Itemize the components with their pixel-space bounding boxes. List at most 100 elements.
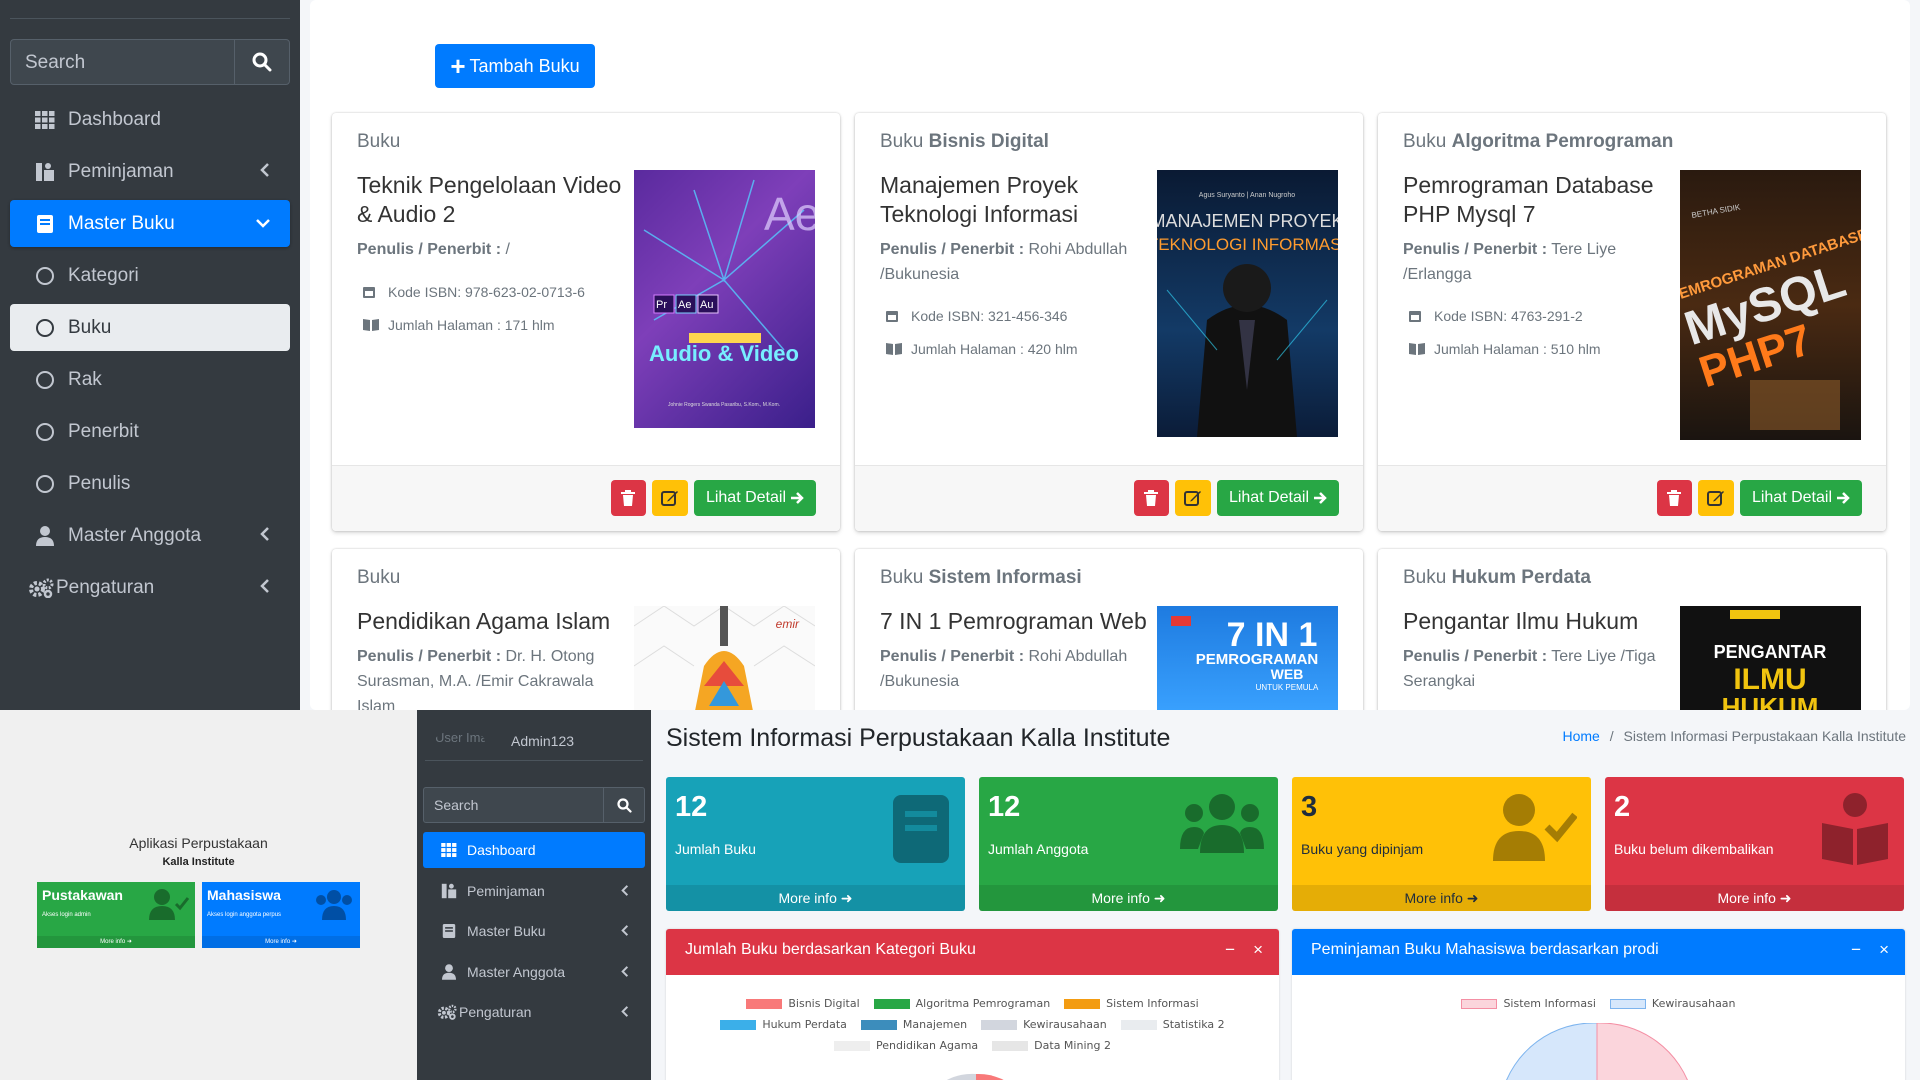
delete-button[interactable] [1133, 480, 1169, 516]
svg-text:Ae: Ae [678, 299, 691, 311]
user-icon [441, 963, 457, 980]
books-content: + Tambah Buku Buku Teknik Pengelolaan Vi… [310, 0, 1910, 710]
book-cover-image: PENGANTAR ILMU HUKUM [1680, 606, 1861, 710]
avatar: User Image [435, 730, 485, 745]
username[interactable]: Admin123 [511, 733, 574, 749]
circle-icon [34, 369, 56, 391]
delete-button[interactable] [610, 480, 646, 516]
stat-number: 2 [1614, 791, 1631, 823]
sidebar-item-label: Master Buku [467, 923, 546, 939]
legend-item: Algoritma Pemrograman [873, 997, 1050, 1010]
detail-button[interactable]: Lihat Detail [1739, 480, 1862, 516]
pie-chart-partial [947, 1073, 1004, 1080]
book-title: Pengantar Ilmu Hukum [1403, 608, 1639, 634]
user-icon [34, 525, 56, 547]
book-category: Buku Hukum Perdata [1403, 567, 1591, 588]
app-title: Aplikasi Perpustakaan [129, 835, 268, 851]
svg-text:Au: Au [700, 299, 713, 311]
sidebar-item-label: Dashboard [68, 108, 161, 130]
app-subtitle: Kalla Institute [162, 856, 235, 868]
edit-button[interactable] [1697, 480, 1734, 516]
book-isbn: Kode ISBN: 978-623-02-0713-6 [362, 284, 585, 300]
legend-item: Kewirausahaan [981, 1018, 1107, 1031]
sidebar-item-pengaturan[interactable]: Pengaturan [10, 564, 290, 611]
sidebar-item-pengaturan[interactable]: Pengaturan [423, 994, 645, 1030]
book-author: Penulis / Penerbit : Rohi Abdullah /Buku… [880, 241, 1128, 283]
stat-box-jumlah-buku: 12 Jumlah Buku More info ➜ [666, 777, 965, 911]
more-info-link[interactable]: More info ➜ [979, 885, 1278, 911]
book-card: Buku Teknik Pengelolaan Video & Audio 2 … [332, 113, 840, 531]
sidebar-item-penulis[interactable]: Penulis [10, 460, 290, 507]
more-info-link[interactable]: More info ➜ [37, 936, 195, 948]
more-info-link[interactable]: More info ➜ [1605, 885, 1904, 911]
sidebar-item-master-anggota[interactable]: Master Anggota [10, 512, 290, 559]
breadcrumb-home[interactable]: Home [1563, 728, 1600, 744]
book-title: Teknik Pengelolaan Video & Audio 2 [357, 172, 622, 227]
detail-button[interactable]: Lihat Detail [693, 480, 816, 516]
sidebar-item-label: Penerbit [68, 420, 139, 442]
sidebar-item-label: Master Anggota [68, 524, 202, 546]
card-footer: Lihat Detail [332, 465, 840, 531]
more-info-link[interactable]: More info ➜ [202, 936, 360, 948]
sidebar-item-dashboard[interactable]: Dashboard [423, 832, 645, 868]
search-icon [616, 797, 632, 813]
legend-item: Bisnis Digital [746, 997, 860, 1010]
chevron-left-icon [621, 925, 629, 936]
sidebar-item-master-buku[interactable]: Master Buku [423, 913, 645, 949]
sidebar-item-penerbit[interactable]: Penerbit [10, 408, 290, 455]
sidebar-nav: Dashboard Peminjaman Master Buku Master … [423, 832, 645, 1035]
search-button[interactable] [604, 788, 644, 822]
search-input[interactable]: Search [424, 788, 604, 822]
sidebar-item-dashboard[interactable]: Dashboard [10, 96, 290, 143]
stat-box-buku-dipinjam: 3 Buku yang dipinjam More info ➜ [1292, 777, 1591, 911]
search-button[interactable] [235, 40, 289, 84]
more-info-link[interactable]: More info ➜ [1292, 885, 1591, 911]
book-icon [893, 795, 949, 863]
delete-button[interactable] [1656, 480, 1692, 516]
legend-item: Sistem Informasi [1064, 997, 1199, 1010]
legend-swatch [1120, 1019, 1157, 1030]
user-check-icon [149, 889, 189, 920]
book-title: Pendidikan Agama Islam [357, 608, 611, 634]
sidebar-item-master-buku[interactable]: Master Buku [10, 200, 290, 247]
minus-icon[interactable]: − [1225, 940, 1235, 960]
minus-icon[interactable]: − [1851, 940, 1861, 960]
sidebar-item-master-anggota[interactable]: Master Anggota [423, 954, 645, 990]
cogs-icon [437, 1004, 457, 1020]
sidebar-item-peminjaman[interactable]: Peminjaman [10, 148, 290, 195]
chevron-left-icon [621, 965, 629, 977]
legend-item: Pendidikan Agama [834, 1039, 978, 1052]
stat-box-jumlah-anggota: 12 Jumlah Anggota More info ➜ [979, 777, 1278, 911]
book-icon [441, 923, 457, 939]
dashboard-screenshot: User Image Admin123 Search Dashboard Pem… [417, 710, 1920, 1080]
chevron-left-icon [260, 163, 269, 177]
breadcrumb: Home / Sistem Informasi Perpustakaan Kal… [1563, 728, 1907, 744]
pustakawan-login-box[interactable]: Pustakawan Akses login admin More info ➜ [37, 882, 195, 948]
more-info-link[interactable]: More info ➜ [666, 885, 965, 911]
legend-swatch [860, 1019, 897, 1030]
sidebar-item-buku[interactable]: Buku [10, 304, 290, 351]
sidebar-item-rak[interactable]: Rak [10, 356, 290, 403]
edit-icon [660, 491, 678, 506]
chevron-left-icon [260, 579, 269, 593]
book-card: Buku Pendidikan Agama Islam Penulis / Pe… [332, 549, 840, 710]
close-icon[interactable]: × [1879, 940, 1889, 960]
card-footer: Lihat Detail [855, 465, 1363, 531]
sidebar-item-kategori[interactable]: Kategori [10, 252, 290, 299]
user-panel: User Image Admin123 [435, 730, 574, 752]
add-book-button[interactable]: + Tambah Buku [435, 44, 595, 88]
mahasiswa-login-box[interactable]: Mahasiswa Akses login anggota perpus Mor… [202, 882, 360, 948]
book-card: Buku Hukum Perdata Pengantar Ilmu Hukum … [1378, 549, 1886, 710]
sidebar-item-label: Dashboard [467, 842, 536, 858]
book-icon [34, 213, 56, 235]
legend-swatch [1461, 998, 1498, 1009]
search-input[interactable]: Search [11, 40, 235, 84]
book-card: Buku Algoritma Pemrograman Pemrograman D… [1378, 113, 1886, 531]
sidebar-item-peminjaman[interactable]: Peminjaman [423, 873, 645, 909]
chevron-down-icon [256, 219, 270, 228]
edit-button[interactable] [651, 480, 688, 516]
edit-button[interactable] [1174, 480, 1211, 516]
close-icon[interactable]: × [1253, 940, 1263, 960]
sidebar-item-label: Buku [68, 316, 112, 338]
detail-button[interactable]: Lihat Detail [1216, 480, 1339, 516]
